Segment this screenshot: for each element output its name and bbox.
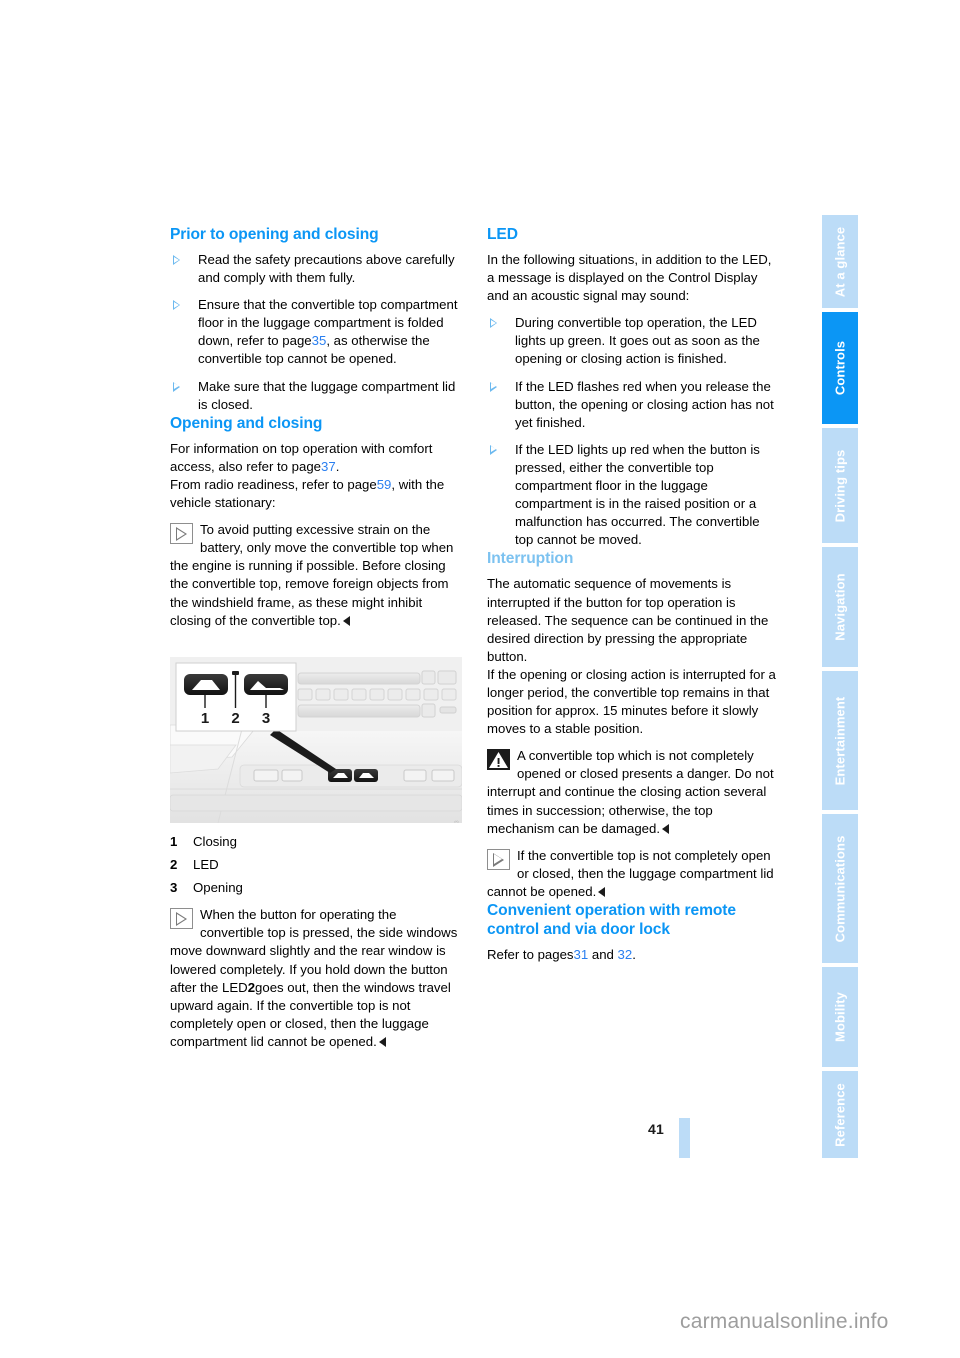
prior-to-opening-bullet-list: Read the safety precautions above carefu… bbox=[170, 251, 462, 414]
list-item: 1 Closing bbox=[170, 833, 462, 851]
sidebar-item-mobility[interactable]: Mobility bbox=[822, 965, 858, 1069]
illustration-svg: 1 2 3 bbox=[170, 657, 462, 823]
list-item: Ensure that the convertible top compartm… bbox=[170, 296, 462, 368]
convertible-top-button-illustration: 1 2 3 VC3-0413-0V3 bbox=[170, 657, 462, 823]
sidebar-item-communications[interactable]: Communications bbox=[822, 812, 858, 965]
sidebar-item-at-a-glance[interactable]: At a glance bbox=[822, 213, 858, 310]
page-number-rule bbox=[679, 1118, 690, 1158]
remote-operation-paragraph: Refer to pages31 and 32. bbox=[487, 946, 779, 964]
led-number-reference: 2 bbox=[247, 979, 256, 995]
heading-convenient-operation: Convenient operation with remote control… bbox=[487, 902, 736, 938]
note-text: To avoid putting excessive strain on the… bbox=[170, 522, 454, 628]
paragraph-text-tail: . bbox=[632, 947, 636, 962]
page-reference-link[interactable]: 59 bbox=[377, 477, 392, 492]
sidebar-item-label: Navigation bbox=[832, 573, 848, 641]
heading-prior-to-opening-and-closing: Prior to opening and closing bbox=[170, 226, 379, 243]
svg-text:3: 3 bbox=[262, 710, 270, 727]
list-item: 2 LED bbox=[170, 856, 462, 874]
heading-opening-and-closing: Opening and closing bbox=[170, 414, 323, 432]
list-item-text: If the LED flashes red when you release … bbox=[515, 378, 774, 430]
sidebar-item-navigation[interactable]: Navigation bbox=[822, 545, 858, 669]
interruption-paragraph-2: If the opening or closing action is inte… bbox=[487, 666, 776, 737]
sidebar-item-label: Entertainment bbox=[832, 696, 848, 785]
tip-icon bbox=[170, 523, 193, 545]
led-bullet-list: During convertible top operation, the LE… bbox=[487, 314, 779, 549]
section-navigation-tabs: At a glance Controls Driving tips Naviga… bbox=[822, 213, 858, 1160]
heading-interruption: Interruption bbox=[487, 550, 574, 568]
sidebar-item-label: Reference bbox=[832, 1082, 848, 1147]
page-number: 41 bbox=[648, 1121, 664, 1137]
tip-note-luggage-lid: If the convertible top is not completely… bbox=[487, 847, 779, 901]
right-text-column: LED In the following situations, in addi… bbox=[487, 225, 779, 964]
list-item: Make sure that the luggage compartment l… bbox=[170, 378, 462, 414]
figure-code-label: VC3-0413-0V3 bbox=[454, 820, 460, 823]
list-item: Read the safety precautions above carefu… bbox=[170, 251, 462, 287]
sidebar-item-driving-tips[interactable]: Driving tips bbox=[822, 426, 858, 545]
heading-led: LED bbox=[487, 226, 518, 243]
tip-note-battery: To avoid putting excessive strain on the… bbox=[170, 521, 462, 630]
sidebar-item-controls[interactable]: Controls bbox=[822, 310, 858, 426]
bullet-triangle-icon bbox=[490, 318, 497, 329]
page-reference-link[interactable]: 35 bbox=[312, 333, 327, 348]
bullet-triangle-icon bbox=[173, 255, 180, 265]
figure-legend-list: 1 Closing 2 LED 3 Opening bbox=[170, 833, 462, 897]
manual-page: At a glance Controls Driving tips Naviga… bbox=[0, 0, 960, 1358]
sidebar-item-label: Driving tips bbox=[832, 449, 848, 522]
end-of-note-marker bbox=[662, 823, 670, 834]
paragraph-text: For information on top operation with co… bbox=[170, 440, 433, 474]
list-item: If the LED lights up red when the button… bbox=[487, 441, 779, 550]
paragraph-text-tail: . bbox=[335, 458, 340, 474]
svg-text:2: 2 bbox=[231, 710, 239, 727]
paragraph-text: Refer to pages bbox=[487, 947, 574, 962]
list-item: During convertible top operation, the LE… bbox=[487, 314, 779, 368]
sidebar-item-label: At a glance bbox=[832, 226, 848, 297]
bullet-triangle-icon bbox=[173, 300, 180, 311]
warning-triangle-icon bbox=[487, 749, 510, 771]
watermark: carmanualsonline.info bbox=[680, 1310, 889, 1333]
bullet-triangle-icon bbox=[490, 381, 497, 392]
page-reference-link[interactable]: 32 bbox=[618, 947, 633, 962]
paragraph-text: From radio readiness, refer to page bbox=[170, 476, 377, 492]
list-item: 3 Opening bbox=[170, 879, 462, 897]
legend-label: LED bbox=[193, 857, 219, 873]
interruption-paragraph-1: The automatic sequence of movements is i… bbox=[487, 576, 769, 664]
legend-number: 3 bbox=[170, 880, 178, 896]
warning-note-convertible-top: A convertible top which is not completel… bbox=[487, 747, 779, 837]
sidebar-item-reference[interactable]: Reference bbox=[822, 1069, 858, 1160]
sidebar-item-label: Communications bbox=[832, 835, 848, 942]
svg-text:1: 1 bbox=[201, 710, 209, 727]
led-intro-paragraph: In the following situations, in addition… bbox=[487, 252, 772, 304]
end-of-note-marker bbox=[378, 1036, 386, 1047]
bullet-triangle-icon bbox=[173, 381, 180, 392]
opening-closing-paragraph-2: From radio readiness, refer to page59, w… bbox=[170, 476, 462, 512]
list-item-text: If the LED lights up red when the button… bbox=[515, 441, 760, 548]
list-item-text: Read the safety precautions above carefu… bbox=[198, 252, 455, 286]
opening-closing-paragraph-1: For information on top operation with co… bbox=[170, 440, 462, 476]
note-text: If the convertible top is not completely… bbox=[487, 847, 774, 899]
legend-number: 1 bbox=[170, 834, 178, 849]
sidebar-item-label: Controls bbox=[832, 340, 848, 396]
list-item-text: Make sure that the luggage compartment l… bbox=[198, 378, 456, 412]
legend-label: Opening bbox=[193, 880, 243, 896]
sidebar-item-label: Mobility bbox=[832, 992, 848, 1042]
list-item-text: During convertible top operation, the LE… bbox=[515, 315, 760, 367]
bullet-triangle-icon bbox=[490, 444, 497, 455]
end-of-note-marker bbox=[598, 886, 606, 897]
tip-icon bbox=[487, 848, 510, 870]
left-text-column: Prior to opening and closing Read the sa… bbox=[170, 225, 462, 630]
tip-icon bbox=[170, 908, 193, 930]
list-item: If the LED flashes red when you release … bbox=[487, 378, 779, 432]
warning-text: A convertible top which is not completel… bbox=[487, 748, 774, 836]
legend-number: 2 bbox=[170, 857, 178, 873]
page-reference-link[interactable]: 31 bbox=[574, 947, 589, 962]
page-reference-link[interactable]: 37 bbox=[321, 459, 336, 474]
sidebar-item-entertainment[interactable]: Entertainment bbox=[822, 669, 858, 812]
paragraph-text: and bbox=[591, 947, 614, 962]
legend-label: Closing bbox=[193, 834, 237, 849]
tip-note-button-operation: When the button for operating the conver… bbox=[170, 906, 462, 1051]
left-text-column-lower: 1 Closing 2 LED 3 Opening When the butto… bbox=[170, 833, 462, 1051]
end-of-note-marker bbox=[342, 615, 350, 626]
